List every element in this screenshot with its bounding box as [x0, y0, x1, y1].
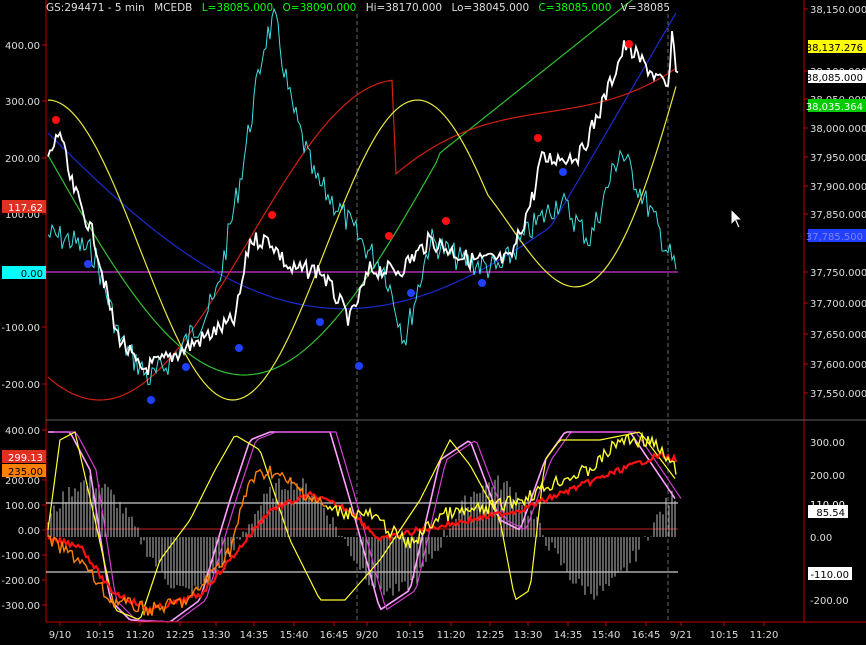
time-axis-label: 10:15	[396, 630, 425, 641]
right-axis-label: 38,150.000	[810, 5, 866, 16]
signal-dot-red	[268, 211, 276, 219]
oscillator-pink	[48, 431, 676, 623]
time-axis-label: 14:35	[554, 630, 583, 641]
left-flag-zero: 0.00	[21, 269, 43, 280]
lower-left-flag-orange: 235.00	[8, 467, 43, 478]
lower-left-axis-label: -300.00	[1, 601, 40, 612]
volume-label: V=38085	[620, 2, 671, 14]
right-axis-label: 37,700.000	[810, 299, 866, 310]
lower-left-axis-label: 100.00	[5, 501, 40, 512]
right-axis-label: 37,650.000	[810, 330, 866, 341]
signal-dot-blue	[182, 363, 190, 371]
right-axis-label: 37,950.000	[810, 153, 866, 164]
signal-dot-blue	[316, 318, 324, 326]
lower-left-axis-label: 0.00	[18, 526, 40, 537]
time-axis-label: 13:30	[514, 630, 543, 641]
right-flag-green: 38,035.364	[806, 102, 863, 113]
open-label: O=38090.000	[282, 2, 357, 14]
low-label: Lo=38045.000	[451, 2, 530, 14]
right-axis-label: 37,750.000	[810, 268, 866, 279]
time-axis-label: 16:45	[320, 630, 349, 641]
chart-window[interactable]: 400.00 300.00 200.00 100.00 -100.00 -200.00 11…	[0, 0, 866, 642]
time-axis-label: 10:15	[86, 630, 115, 641]
green-curve	[47, 0, 634, 376]
left-axis-label: -100.00	[1, 323, 40, 334]
time-axis-label: 14:35	[240, 630, 269, 641]
time-axis-label: 15:40	[280, 630, 309, 641]
right-flag-white: 38,085.000	[806, 73, 863, 84]
symbol-label: GS:294471 - 5 min	[46, 2, 145, 14]
right-axis-label: 37,550.000	[810, 389, 866, 400]
time-axis-label: 9/20	[356, 630, 378, 641]
right-flag-yellow: 38,137.276	[806, 43, 863, 54]
left-axis-label: 200.00	[5, 154, 40, 165]
signal-dot-blue	[355, 362, 363, 370]
chart-canvas[interactable]: 400.00 300.00 200.00 100.00 -100.00 -200.00 11…	[0, 0, 866, 642]
study-label: MCEDB	[154, 2, 193, 14]
lower-left-axis-label: -100.00	[1, 551, 40, 562]
time-axis-label: 16:45	[632, 630, 661, 641]
last-label: L=38085.000	[201, 2, 274, 14]
lower-right-axis-label: 0.00	[810, 533, 832, 544]
time-axis-label: 9/21	[670, 630, 692, 641]
lower-right-axis-label: 300.00	[810, 438, 845, 449]
left-flag-red: 117.62	[8, 203, 43, 214]
time-axis-label: 12:25	[476, 630, 505, 641]
signal-dot-blue	[478, 279, 486, 287]
lower-right-axis-label: 200.00	[810, 471, 845, 482]
signal-dot-red	[534, 134, 542, 142]
left-axis-label: 400.00	[5, 41, 40, 52]
lower-right-flag-neg110: -110.00	[810, 570, 849, 581]
price-series	[47, 30, 679, 376]
right-axis-label: 37,600.000	[810, 360, 866, 371]
time-axis-label: 11:20	[437, 630, 466, 641]
signal-dot-blue	[147, 396, 155, 404]
time-axis-label: 11:20	[750, 630, 779, 641]
cyan-series	[47, 7, 677, 386]
signal-dot-red	[625, 40, 633, 48]
lower-right-axis-label: -200.00	[810, 596, 849, 607]
time-axis-label: 12:25	[166, 630, 195, 641]
left-axis-label: 300.00	[5, 97, 40, 108]
signal-dot-red	[52, 116, 60, 124]
time-axis-label: 9/10	[49, 630, 71, 641]
signal-dot-blue	[84, 260, 92, 268]
time-axis-label: 13:30	[202, 630, 231, 641]
lower-right-flag-value: 85.54	[816, 508, 845, 519]
lower-left-flag-red: 299.13	[8, 453, 43, 464]
signal-dot-blue	[559, 168, 567, 176]
mouse-pointer-icon	[730, 207, 744, 230]
time-axis-label: 15:40	[592, 630, 621, 641]
lower-left-axis-label: 400.00	[5, 426, 40, 437]
high-label: Hi=38170.000	[365, 2, 443, 14]
yellow-curve	[47, 86, 677, 401]
right-flag-blue: 37,785.500	[806, 232, 863, 243]
right-axis-label: 37,850.000	[810, 210, 866, 221]
oscillator-red	[47, 451, 678, 615]
lower-left-axis-label: -200.00	[1, 576, 40, 587]
signal-dot-blue	[407, 289, 415, 297]
signal-dot-blue	[235, 344, 243, 352]
signal-dot-red	[385, 232, 393, 240]
close-label: C=38085.000	[538, 2, 612, 14]
time-axis-label: 11:20	[126, 630, 155, 641]
time-axis-label: 10:15	[710, 630, 739, 641]
signal-dot-red	[442, 217, 450, 225]
red-curve	[47, 67, 677, 401]
quote-header: GS:294471 - 5 min MCEDB L=38085.000 O=38…	[46, 2, 676, 14]
right-axis-label: 38,000.000	[810, 124, 866, 135]
right-axis-label: 37,900.000	[810, 182, 866, 193]
left-axis-label: -200.00	[1, 380, 40, 391]
